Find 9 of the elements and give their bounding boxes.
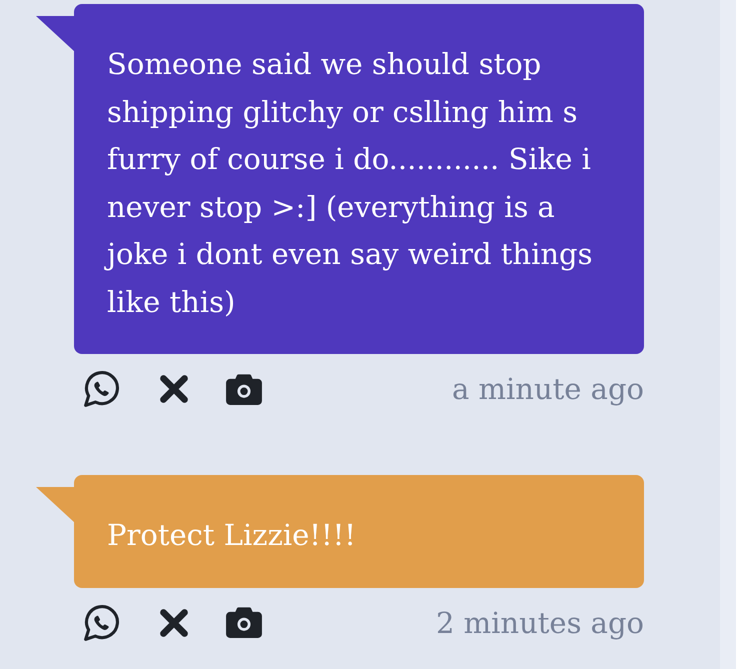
timestamp: 2 minutes ago xyxy=(436,604,644,640)
timestamp: a minute ago xyxy=(452,371,644,407)
phone-bubble-icon[interactable] xyxy=(84,371,120,407)
close-icon[interactable] xyxy=(160,375,188,403)
camera-icon[interactable] xyxy=(226,374,262,404)
camera-icon[interactable] xyxy=(226,607,262,638)
close-icon[interactable] xyxy=(160,608,188,636)
message-text: Protect Lizzie!!!! xyxy=(107,517,357,554)
phone-bubble-icon[interactable] xyxy=(84,604,120,640)
